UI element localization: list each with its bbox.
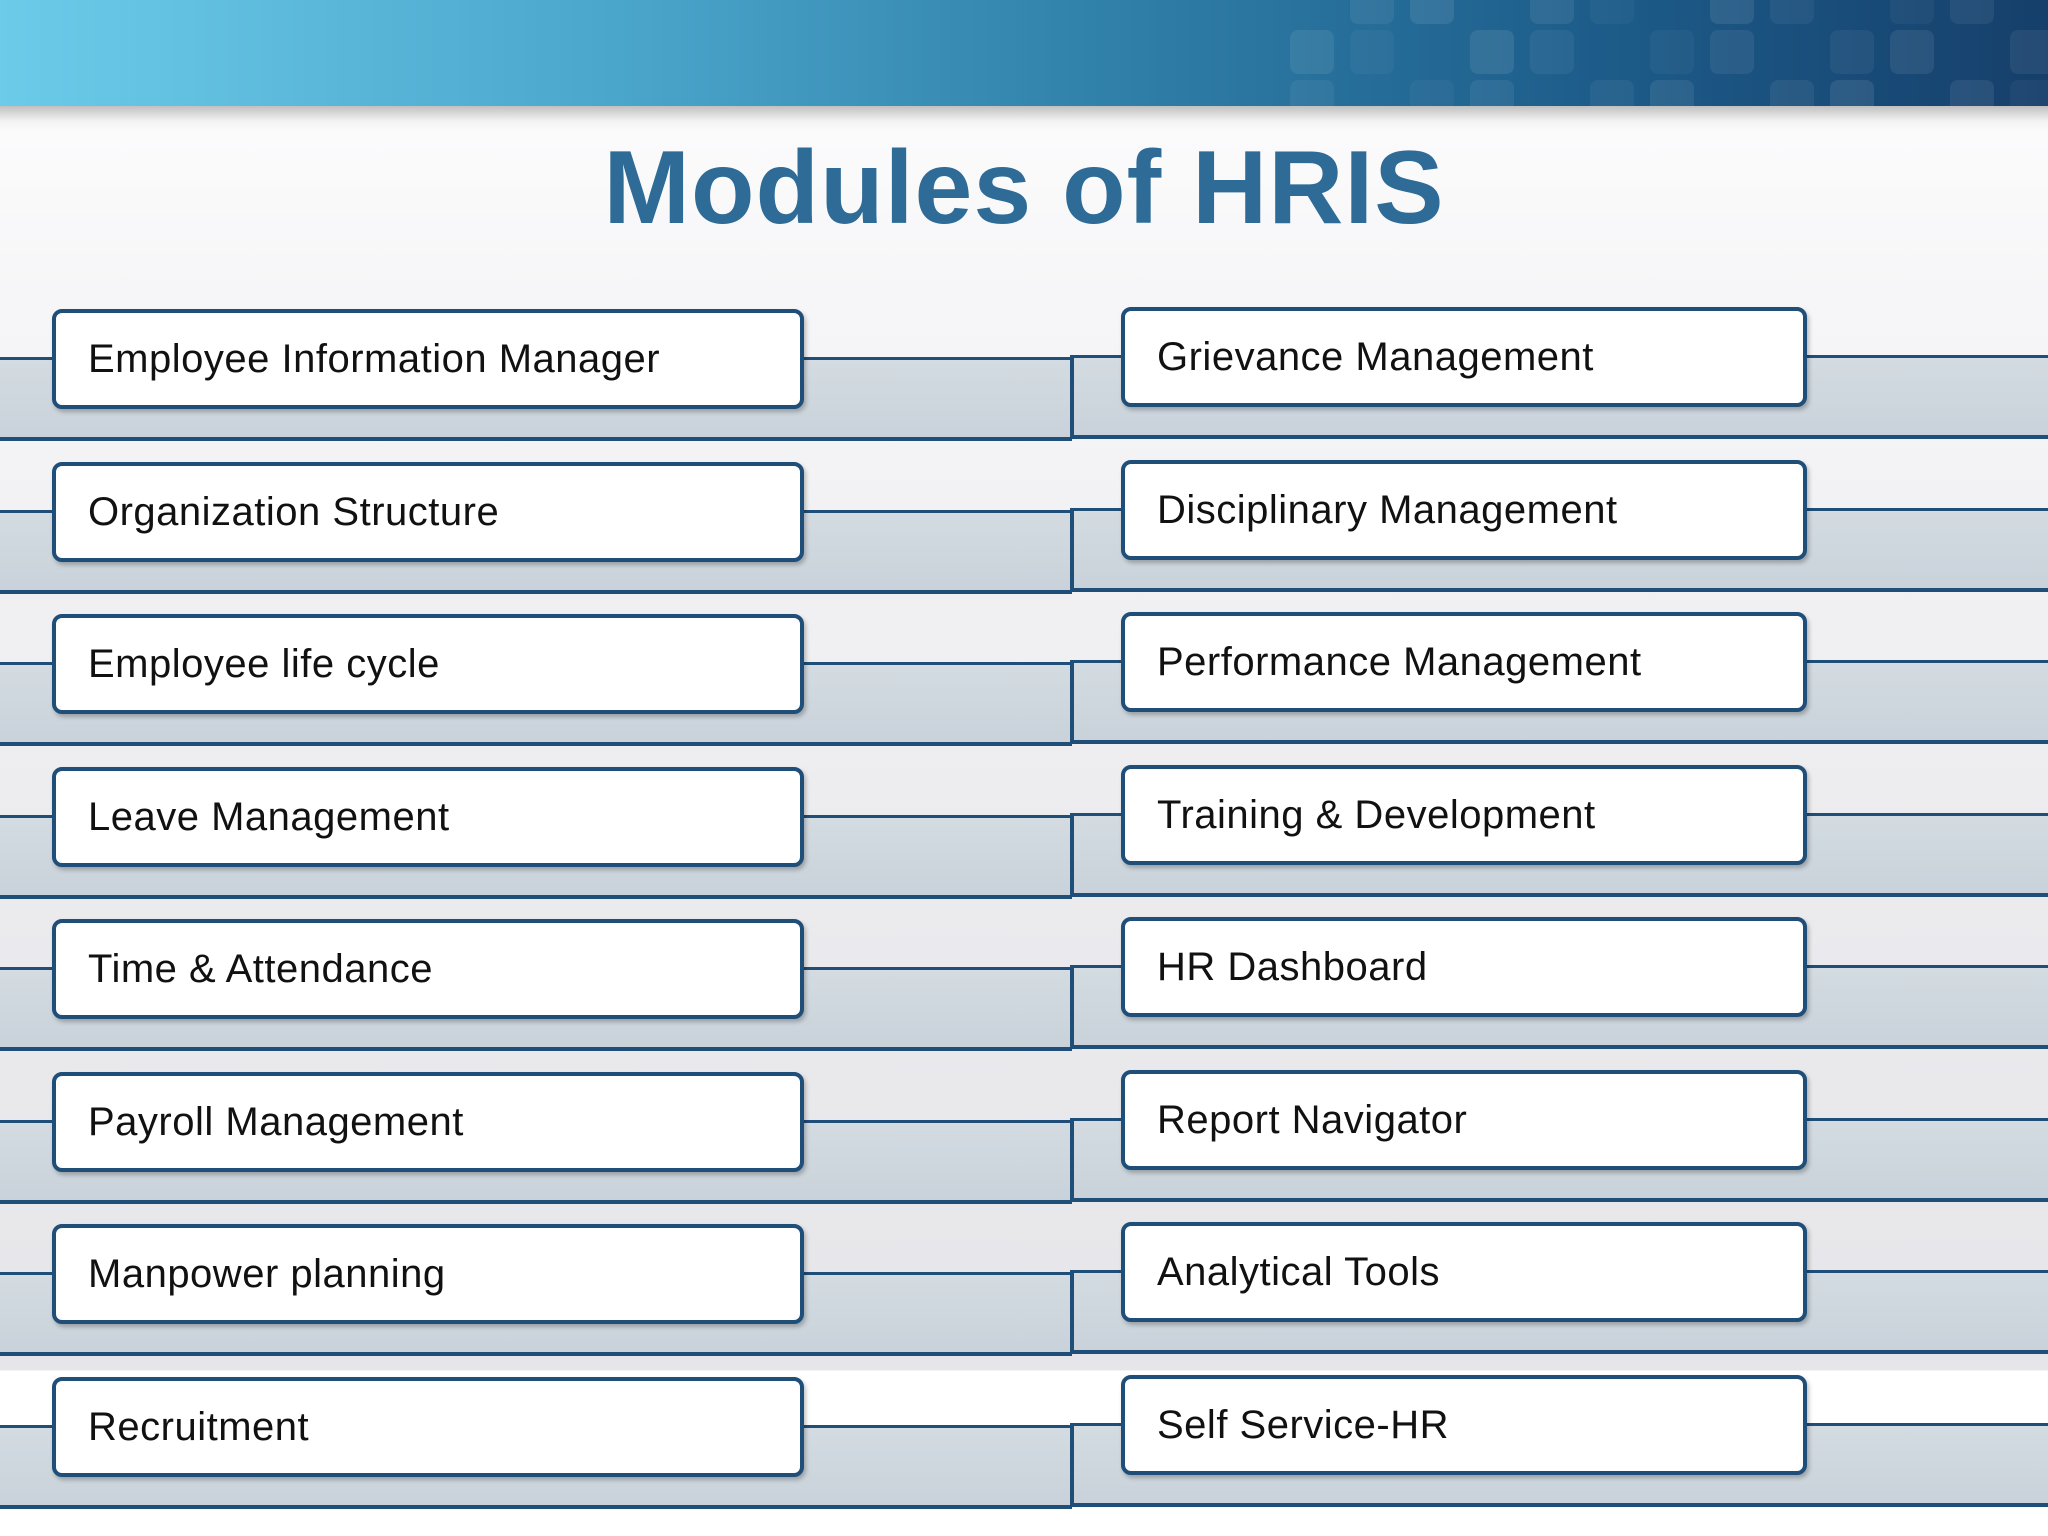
banner-tile: [1830, 80, 1874, 106]
module-box-left: Organization Structure: [52, 462, 804, 562]
module-box-right: Training & Development: [1121, 765, 1807, 865]
module-box-left: Recruitment: [52, 1377, 804, 1477]
right-shelf-edge: [1070, 1118, 1074, 1202]
right-shelf-edge: [1070, 355, 1074, 439]
right-shelf-edge: [1070, 965, 1074, 1049]
slide-title: Modules of HRIS: [603, 130, 1445, 246]
banner-tile: [1350, 0, 1394, 24]
banner-tile: [1650, 30, 1694, 74]
banner-tile: [1410, 0, 1454, 24]
header-banner: [0, 0, 2048, 106]
banner-tile: [1530, 30, 1574, 74]
banner-tile: [2010, 80, 2048, 106]
banner-tile: [2010, 30, 2048, 74]
module-box-right: Report Navigator: [1121, 1070, 1807, 1170]
banner-tile: [1290, 80, 1334, 106]
banner-tile: [1890, 30, 1934, 74]
banner-tile: [1530, 0, 1574, 24]
module-box-left: Manpower planning: [52, 1224, 804, 1324]
banner-tile: [1890, 0, 1934, 24]
banner-tile: [1950, 0, 1994, 24]
module-box-right: Performance Management: [1121, 612, 1807, 712]
banner-tile: [1950, 80, 1994, 106]
right-shelf-edge: [1070, 813, 1074, 897]
module-box-right: Self Service-HR: [1121, 1375, 1807, 1475]
module-box-left: Time & Attendance: [52, 919, 804, 1019]
module-box-left: Employee life cycle: [52, 614, 804, 714]
module-box-right: Disciplinary Management: [1121, 460, 1807, 560]
module-box-left: Payroll Management: [52, 1072, 804, 1172]
banner-tile: [1650, 80, 1694, 106]
right-shelf-edge: [1070, 508, 1074, 592]
banner-tile: [1770, 80, 1814, 106]
module-box-left: Employee Information Manager: [52, 309, 804, 409]
right-shelf-edge: [1070, 1423, 1074, 1507]
banner-tile: [1770, 0, 1814, 24]
banner-tile: [1350, 30, 1394, 74]
module-box-right: Analytical Tools: [1121, 1222, 1807, 1322]
banner-tile: [1710, 0, 1754, 24]
module-box-right: HR Dashboard: [1121, 917, 1807, 1017]
slide: Modules of HRIS Employee Information Man…: [0, 0, 2048, 1536]
banner-tile: [1590, 0, 1634, 24]
banner-tile: [1470, 30, 1514, 74]
banner-tile: [1290, 30, 1334, 74]
module-box-left: Leave Management: [52, 767, 804, 867]
banner-tile: [1410, 80, 1454, 106]
right-shelf-edge: [1070, 660, 1074, 744]
banner-tile: [1590, 80, 1634, 106]
banner-tile: [1710, 30, 1754, 74]
banner-tile: [1470, 80, 1514, 106]
module-box-right: Grievance Management: [1121, 307, 1807, 407]
right-shelf-edge: [1070, 1270, 1074, 1354]
banner-tile: [1830, 30, 1874, 74]
